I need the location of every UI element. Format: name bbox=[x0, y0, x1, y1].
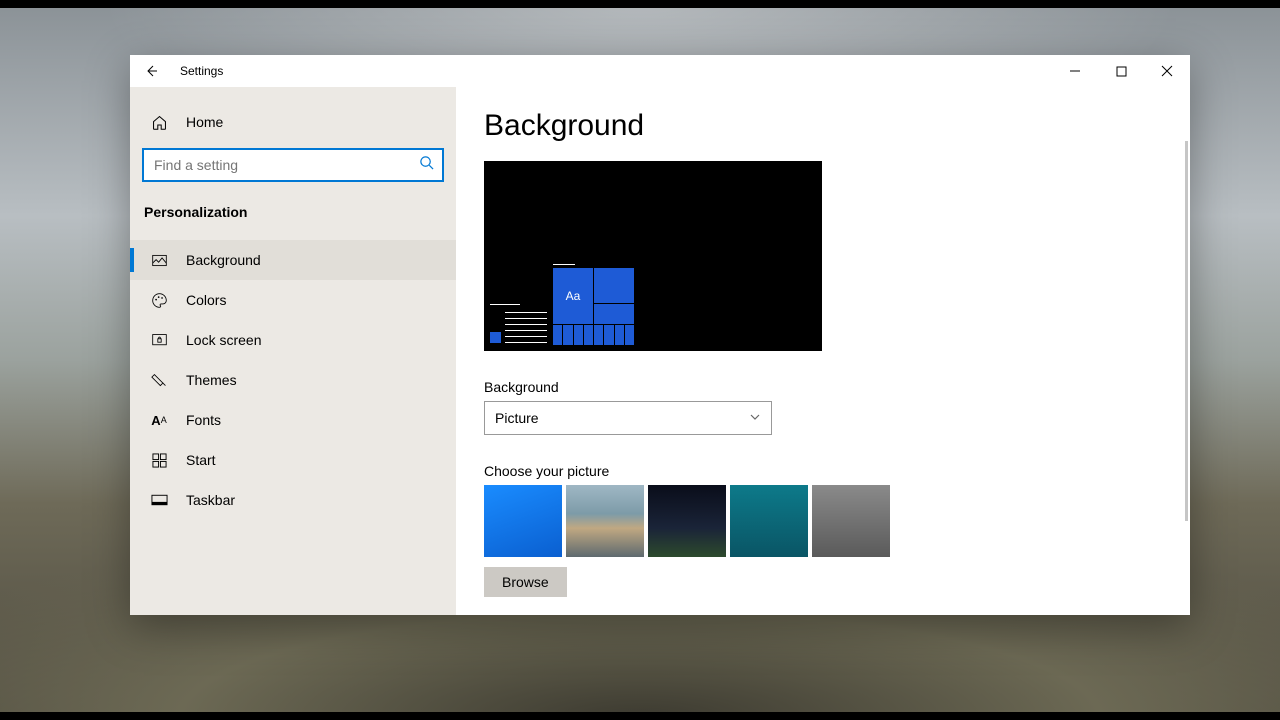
home-icon bbox=[150, 113, 168, 131]
main-panel: Background bbox=[456, 87, 1190, 615]
nav-home[interactable]: Home bbox=[130, 102, 456, 142]
chevron-down-icon bbox=[749, 410, 761, 426]
nav-background[interactable]: Background bbox=[130, 240, 456, 280]
preview-start-list bbox=[490, 332, 501, 343]
nav-label: Themes bbox=[186, 372, 237, 388]
palette-icon bbox=[150, 291, 168, 309]
preview-tile-aa: Aa bbox=[553, 268, 593, 324]
background-preview: Aa bbox=[484, 161, 822, 351]
nav-label: Background bbox=[186, 252, 261, 268]
background-dropdown[interactable]: Picture bbox=[484, 401, 772, 435]
section-personalization: Personalization bbox=[130, 190, 456, 224]
start-icon bbox=[150, 451, 168, 469]
nav-label: Fonts bbox=[186, 412, 221, 428]
browse-button[interactable]: Browse bbox=[484, 567, 567, 597]
minimize-icon bbox=[1069, 65, 1081, 77]
preview-tiles: Aa bbox=[553, 268, 634, 345]
dropdown-value: Picture bbox=[495, 410, 539, 426]
themes-icon bbox=[150, 371, 168, 389]
nav-taskbar[interactable]: Taskbar bbox=[130, 480, 456, 520]
search-input[interactable] bbox=[154, 157, 419, 173]
fonts-icon: AA bbox=[150, 411, 168, 429]
nav-lock-screen[interactable]: Lock screen bbox=[130, 320, 456, 360]
nav-home-label: Home bbox=[186, 114, 223, 130]
scrollbar[interactable] bbox=[1185, 141, 1188, 521]
close-icon bbox=[1161, 65, 1173, 77]
picture-thumb-2[interactable] bbox=[566, 485, 644, 557]
picture-thumb-4[interactable] bbox=[730, 485, 808, 557]
nav-start[interactable]: Start bbox=[130, 440, 456, 480]
titlebar: Settings bbox=[130, 55, 1190, 87]
nav-fonts[interactable]: AA Fonts bbox=[130, 400, 456, 440]
choose-picture-label: Choose your picture bbox=[484, 463, 1162, 479]
nav-label: Start bbox=[186, 452, 216, 468]
nav-themes[interactable]: Themes bbox=[130, 360, 456, 400]
maximize-icon bbox=[1116, 66, 1127, 77]
picture-thumb-5[interactable] bbox=[812, 485, 890, 557]
nav-label: Lock screen bbox=[186, 332, 261, 348]
background-dropdown-label: Background bbox=[484, 379, 1162, 395]
taskbar-icon bbox=[150, 491, 168, 509]
page-title: Background bbox=[484, 109, 1162, 143]
settings-window: Settings Home Personalization bbox=[130, 55, 1190, 615]
picture-thumb-3[interactable] bbox=[648, 485, 726, 557]
nav-label: Taskbar bbox=[186, 492, 235, 508]
picture-thumbnails bbox=[484, 485, 1162, 557]
search-icon bbox=[419, 155, 434, 175]
back-button[interactable] bbox=[140, 60, 162, 82]
minimize-button[interactable] bbox=[1052, 55, 1098, 87]
nav-label: Colors bbox=[186, 292, 226, 308]
close-button[interactable] bbox=[1144, 55, 1190, 87]
search-box[interactable] bbox=[142, 148, 444, 182]
nav-colors[interactable]: Colors bbox=[130, 280, 456, 320]
lock-screen-icon bbox=[150, 331, 168, 349]
picture-thumb-1[interactable] bbox=[484, 485, 562, 557]
window-title: Settings bbox=[180, 64, 223, 78]
sidebar: Home Personalization Background Colors bbox=[130, 87, 456, 615]
maximize-button[interactable] bbox=[1098, 55, 1144, 87]
picture-icon bbox=[150, 251, 168, 269]
arrow-left-icon bbox=[143, 63, 159, 79]
